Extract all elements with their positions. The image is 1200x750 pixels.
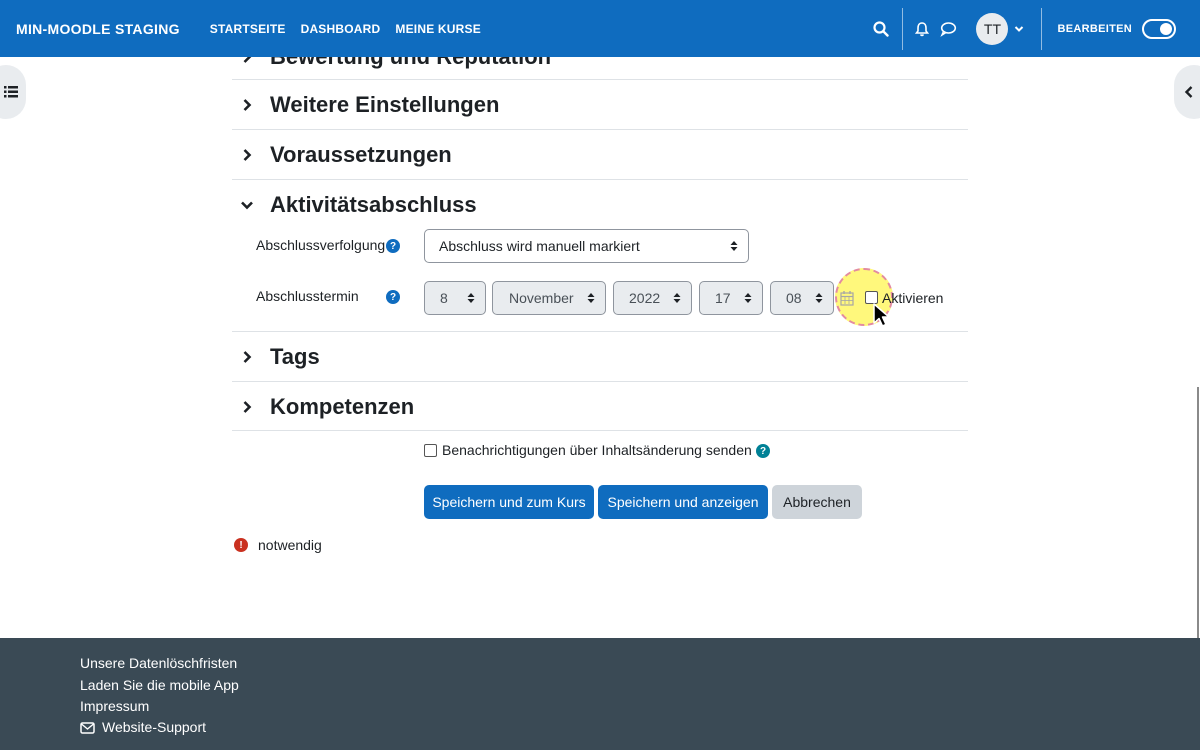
chevron-down-icon[interactable] <box>1010 18 1028 40</box>
month-value: November <box>509 290 574 306</box>
section-title-kompetenzen: Kompetenzen <box>270 394 415 419</box>
chevron-right-icon <box>232 400 262 414</box>
section-title-voraussetzungen: Voraussetzungen <box>270 142 452 167</box>
section-header-bewertung[interactable]: Bewertung und Reputation <box>232 57 551 75</box>
select-arrows-icon <box>467 293 475 303</box>
section-header-kompetenzen[interactable]: Kompetenzen <box>232 389 414 425</box>
required-icon: ! <box>234 538 248 552</box>
footer-link-website-support[interactable]: Website-Support <box>102 719 206 735</box>
top-navbar: MIN-MOODLE STAGING STARTSEITE DASHBOARD … <box>0 0 1200 57</box>
completion-year-select[interactable]: 2022 <box>613 281 692 315</box>
nav-link-meine-kurse[interactable]: MEINE KURSE <box>395 22 481 36</box>
footer-link-impressum[interactable]: Impressum <box>80 698 149 714</box>
section-title-bewertung: Bewertung und Reputation <box>270 57 551 70</box>
hour-value: 17 <box>715 290 731 306</box>
primary-navigation: STARTSEITE DASHBOARD MEINE KURSE <box>210 22 481 36</box>
user-avatar[interactable]: TT <box>976 12 1009 45</box>
help-icon[interactable]: ? <box>756 444 770 458</box>
save-and-display-button[interactable]: Speichern und anzeigen <box>598 485 768 519</box>
bell-icon[interactable] <box>911 18 933 40</box>
section-header-weitere[interactable]: Weitere Einstellungen <box>232 87 499 123</box>
minute-value: 08 <box>786 290 802 306</box>
section-bewertung: Bewertung und Reputation <box>232 57 968 80</box>
save-and-return-button[interactable]: Speichern und zum Kurs <box>424 485 594 519</box>
edit-mode-label: BEARBEITEN <box>1057 22 1132 35</box>
select-arrows-icon <box>744 293 752 303</box>
navbar-right: TT BEARBEITEN <box>870 0 1200 57</box>
section-header-aktivitaet[interactable]: Aktivitätsabschluss <box>232 187 477 223</box>
section-title-aktivitaet: Aktivitätsabschluss <box>270 192 477 217</box>
footer-link-datenloeschfristen[interactable]: Unsere Datenlöschfristen <box>80 655 237 671</box>
completion-month-select[interactable]: November <box>492 281 606 315</box>
site-brand[interactable]: MIN-MOODLE STAGING <box>16 21 180 37</box>
completion-minute-select[interactable]: 08 <box>770 281 834 315</box>
select-arrows-icon <box>815 293 823 303</box>
chevron-left-icon <box>1184 86 1193 98</box>
completion-day-select[interactable]: 8 <box>424 281 486 315</box>
completion-tracking-value: Abschluss wird manuell markiert <box>439 238 640 254</box>
section-kompetenzen: Kompetenzen <box>232 382 968 431</box>
completion-tracking-label: Abschlussverfolgung <box>256 237 386 253</box>
edit-mode-toggle[interactable] <box>1142 18 1176 39</box>
section-weitere-einstellungen: Weitere Einstellungen <box>232 80 968 130</box>
day-value: 8 <box>440 290 448 306</box>
help-icon[interactable]: ? <box>386 290 400 304</box>
envelope-icon <box>80 722 95 734</box>
navbar-divider-2 <box>1041 7 1043 50</box>
section-tags: Tags <box>232 332 968 382</box>
select-arrows-icon <box>730 241 738 251</box>
select-arrows-icon <box>587 293 595 303</box>
course-index-drawer-toggle[interactable] <box>0 65 26 119</box>
chevron-right-icon <box>232 98 262 112</box>
notify-checkbox[interactable] <box>424 444 437 457</box>
page-footer: Unsere Datenlöschfristen Laden Sie die m… <box>0 638 1200 750</box>
calendar-icon[interactable] <box>840 290 854 306</box>
select-arrows-icon <box>673 293 681 303</box>
section-header-voraussetzungen[interactable]: Voraussetzungen <box>232 137 452 173</box>
chat-icon[interactable] <box>937 18 959 40</box>
section-title-weitere: Weitere Einstellungen <box>270 92 500 117</box>
section-voraussetzungen: Voraussetzungen <box>232 130 968 180</box>
completion-tracking-select[interactable]: Abschluss wird manuell markiert <box>424 229 749 263</box>
help-icon[interactable]: ? <box>386 239 400 253</box>
completion-date-label: Abschlusstermin <box>256 288 359 304</box>
cancel-button[interactable]: Abbrechen <box>772 485 862 519</box>
chevron-right-icon <box>232 57 262 64</box>
footer-link-mobile-app[interactable]: Laden Sie die mobile App <box>80 677 239 693</box>
notify-label[interactable]: Benachrichtigungen über Inhaltsänderung … <box>442 442 752 458</box>
nav-link-dashboard[interactable]: DASHBOARD <box>301 22 381 36</box>
chevron-right-icon <box>232 350 262 364</box>
chevron-right-icon <box>232 148 262 162</box>
chevron-down-icon <box>232 200 262 210</box>
year-value: 2022 <box>629 290 661 306</box>
search-icon[interactable] <box>870 18 892 40</box>
mouse-cursor-icon <box>873 303 890 327</box>
required-note: notwendig <box>258 537 322 553</box>
section-header-tags[interactable]: Tags <box>232 339 320 375</box>
navbar-divider <box>902 7 904 50</box>
nav-link-startseite[interactable]: STARTSEITE <box>210 22 286 36</box>
section-title-tags: Tags <box>270 344 320 369</box>
list-icon <box>4 86 18 98</box>
completion-hour-select[interactable]: 17 <box>699 281 763 315</box>
